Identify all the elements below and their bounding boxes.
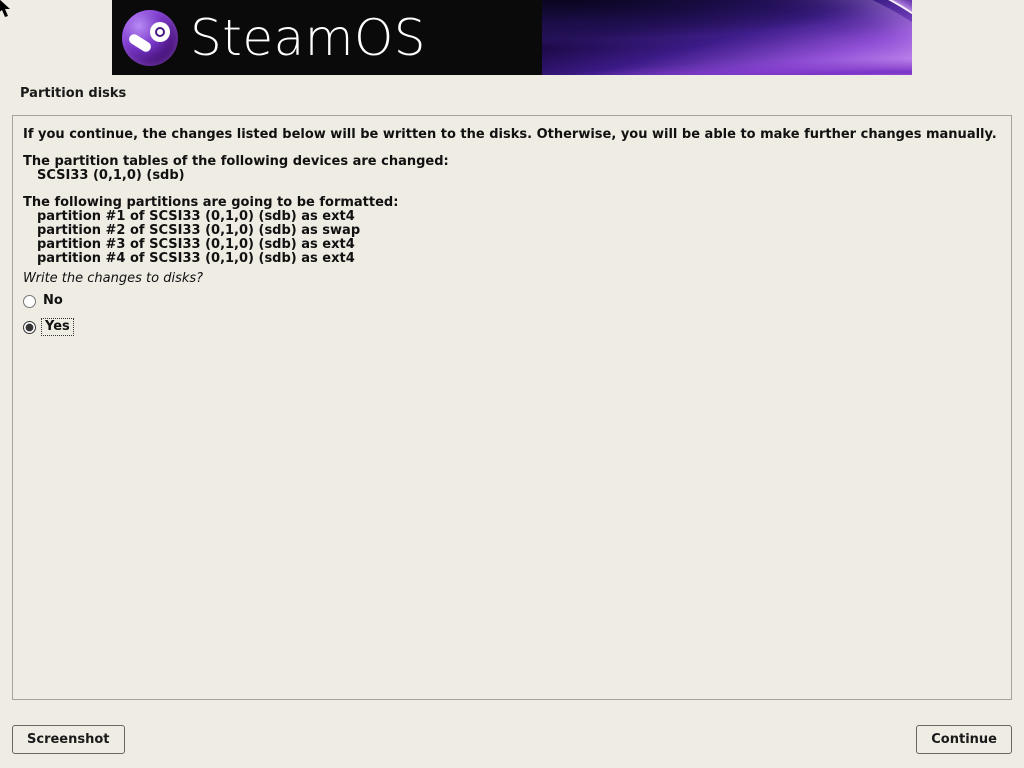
format-item: partition #3 of SCSI33 (0,1,0) (sdb) as …: [23, 238, 1001, 252]
option-no-label: No: [43, 294, 63, 308]
footer-bar: Screenshot Continue: [12, 725, 1012, 754]
main-content-panel: If you continue, the changes listed belo…: [12, 115, 1012, 700]
page-title: Partition disks: [20, 86, 126, 101]
screenshot-button[interactable]: Screenshot: [12, 725, 125, 754]
option-no[interactable]: No: [23, 294, 1001, 308]
format-heading: The following partitions are going to be…: [23, 196, 1001, 210]
steam-logo-icon: [122, 10, 178, 66]
continue-button[interactable]: Continue: [916, 725, 1012, 754]
option-yes[interactable]: Yes: [23, 320, 1001, 334]
format-item: partition #2 of SCSI33 (0,1,0) (sdb) as …: [23, 224, 1001, 238]
partition-table-item: SCSI33 (0,1,0) (sdb): [23, 169, 1001, 183]
intro-text: If you continue, the changes listed belo…: [23, 128, 1001, 142]
format-item: partition #1 of SCSI33 (0,1,0) (sdb) as …: [23, 210, 1001, 224]
installer-banner: SteamOS: [0, 0, 1024, 75]
partition-tables-heading: The partition tables of the following de…: [23, 155, 1001, 169]
format-item: partition #4 of SCSI33 (0,1,0) (sdb) as …: [23, 252, 1001, 266]
radio-yes[interactable]: [23, 321, 36, 334]
radio-no[interactable]: [23, 295, 36, 308]
option-yes-label: Yes: [43, 320, 72, 334]
confirm-prompt: Write the changes to disks?: [23, 272, 1001, 286]
brand-title: SteamOS: [190, 13, 426, 63]
